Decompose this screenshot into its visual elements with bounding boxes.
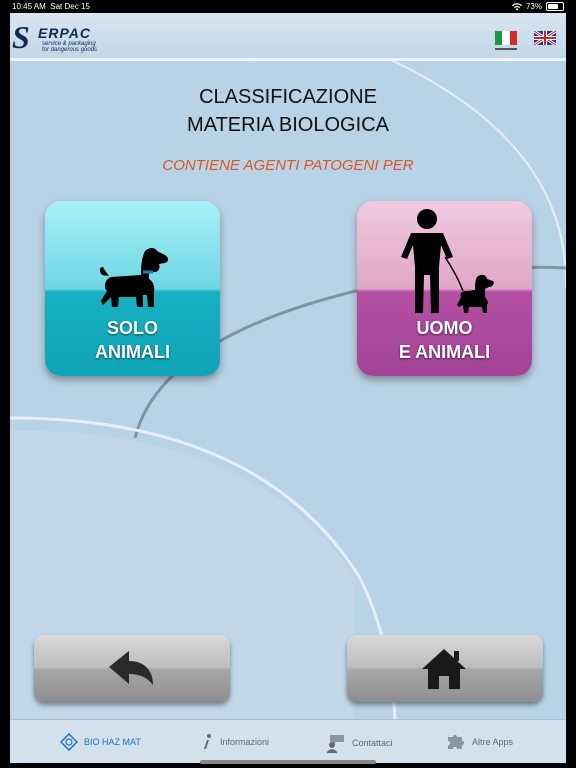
back-button[interactable]	[34, 635, 230, 702]
contact-icon	[327, 735, 344, 753]
device-frame: 10:45 AM Sat Dec 15 73% S ERPAC service …	[0, 0, 576, 768]
home-button[interactable]	[347, 635, 543, 702]
uk-flag-button[interactable]	[534, 31, 556, 45]
status-bar: 10:45 AM Sat Dec 15 73%	[0, 0, 576, 13]
solo-animali-button[interactable]: SOLO ANIMALI	[45, 201, 220, 376]
uomo-e-animali-label: UOMO E ANIMALI	[398, 318, 491, 362]
home-icon	[422, 649, 466, 689]
page-title-line1: CLASSIFICAZIONE	[199, 86, 377, 108]
solo-animali-label: SOLO ANIMALI	[95, 318, 170, 362]
battery-percent: 73%	[525, 2, 542, 11]
wifi-icon	[511, 2, 522, 10]
puzzle-icon	[448, 734, 465, 749]
tab-bar: BIO HAZ MAT Informazioni Contattaci Altr…	[10, 719, 566, 763]
person-with-dog-icon	[401, 209, 494, 313]
tab-informazioni[interactable]: Informazioni	[200, 733, 269, 751]
tab-altre-apps[interactable]: Altre Apps	[446, 733, 513, 751]
back-arrow-icon	[109, 651, 153, 685]
app-header: S ERPAC service & packaging for dangerous…	[10, 13, 566, 61]
dog-icon	[99, 248, 168, 307]
battery-icon	[546, 2, 564, 11]
status-time: 10:45 AM Sat Dec 15	[12, 2, 90, 11]
uomo-e-animali-button[interactable]: UOMO E ANIMALI	[357, 201, 532, 376]
page-subtitle: CONTIENE AGENTI PATOGENI PER	[162, 157, 414, 174]
page-title-line2: MATERIA BIOLOGICA	[187, 114, 389, 136]
tab-contattaci[interactable]: Contattaci	[326, 733, 393, 753]
tab-bio-haz-mat[interactable]: BIO HAZ MAT	[60, 733, 141, 751]
status-right: 73%	[511, 2, 564, 11]
home-indicator	[200, 760, 376, 764]
biohazmat-icon	[60, 733, 78, 751]
app-screen: S ERPAC service & packaging for dangerous…	[10, 13, 566, 763]
info-icon	[204, 734, 211, 749]
italian-flag-button[interactable]	[495, 31, 517, 50]
